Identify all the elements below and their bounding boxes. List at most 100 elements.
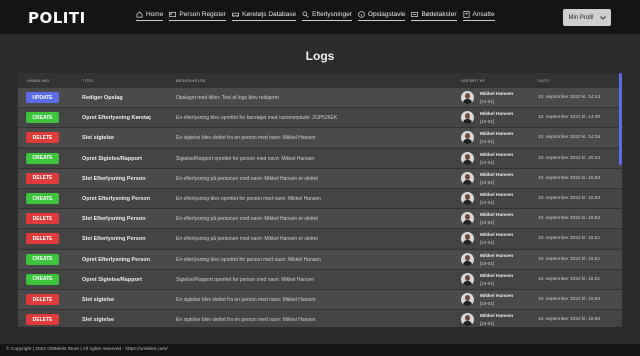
avatar bbox=[461, 171, 474, 185]
table-row[interactable]: DELETE Slet Efterlysning Person En efterly… bbox=[18, 208, 622, 229]
action-badge: DELETE bbox=[26, 314, 59, 326]
header-by: UDFØRT AF bbox=[461, 78, 486, 83]
log-date: 10. september 2022 kl. 15:50 bbox=[538, 297, 601, 302]
log-title: Rediger Opslag bbox=[82, 95, 123, 101]
user-id: [10-01] bbox=[480, 321, 495, 327]
scrollbar[interactable] bbox=[619, 73, 622, 165]
avatar bbox=[461, 232, 474, 246]
log-date: 10. september 2022 kl. 15:53 bbox=[538, 196, 601, 201]
profile-dropdown-button[interactable]: Min Profil bbox=[563, 9, 611, 26]
user-id: [10-01] bbox=[480, 240, 495, 246]
header-title: TITEL bbox=[82, 78, 94, 83]
log-title: Slet Efterlysning Person bbox=[82, 175, 146, 182]
log-title: Slet Efterlysning Person bbox=[82, 236, 146, 243]
action-badge: CREATE bbox=[26, 193, 59, 204]
user-name: Mikkel Hansen bbox=[480, 294, 514, 299]
action-badge: CREATE bbox=[26, 253, 59, 265]
page-title: Logs bbox=[305, 49, 335, 63]
ticket-icon bbox=[411, 11, 419, 18]
action-badge: DELETE bbox=[26, 172, 59, 184]
user-id: [10-01] bbox=[480, 99, 495, 104]
log-title: Opret Sigtelse/Rapport bbox=[82, 276, 142, 283]
avatar bbox=[461, 111, 474, 125]
home-icon bbox=[136, 11, 143, 18]
table-row[interactable]: CREATE Opret Sigtelse/Rapport Sigtelse/Rap… bbox=[18, 268, 622, 289]
table-row[interactable]: DELETE Slet sigtelse En sigtelse blev slet… bbox=[18, 289, 622, 309]
table-row[interactable]: DELETE Slet sigtelse En sigtelse blev slet… bbox=[18, 127, 622, 148]
log-description: En sigtelse blev slettet fra en person m… bbox=[176, 297, 316, 303]
search-icon bbox=[302, 11, 309, 18]
table-row[interactable]: CREATE Opret Efterlysning Køretøj En efter… bbox=[18, 107, 622, 128]
user-id: [10-01] bbox=[480, 260, 495, 266]
table-row[interactable]: DELETE Slet Efterlysning Person En efterly… bbox=[18, 228, 622, 249]
log-title: Slet sigtelse bbox=[82, 297, 115, 303]
main-nav: Home Person Register Køretøjs Database Efte… bbox=[136, 11, 501, 21]
user-name: Mikkel Hansen bbox=[480, 314, 514, 320]
header-action: HANDLING bbox=[27, 78, 50, 83]
user-id: [10-01] bbox=[480, 159, 495, 165]
avatar bbox=[461, 91, 474, 104]
user-id: [10-01] bbox=[480, 280, 495, 286]
table-row[interactable]: CREATE Opret Efterlysning Person En efterl… bbox=[18, 188, 622, 208]
nav-item-3[interactable]: Efterlysninger bbox=[302, 11, 352, 21]
log-date: 10. september 2022 kl. 14:30 bbox=[538, 115, 601, 121]
log-date: 10. september 2022 kl. 20:23 bbox=[538, 155, 601, 161]
header-date: DATO bbox=[538, 78, 550, 83]
brand-logo[interactable]: POLITI bbox=[28, 9, 86, 27]
avatar bbox=[461, 252, 474, 266]
id-card-icon bbox=[463, 11, 469, 18]
table-row[interactable]: DELETE Slet Efterlysning Person En efterly… bbox=[18, 167, 622, 188]
user-name: Mikkel Hansen bbox=[480, 172, 514, 178]
nav-item-6[interactable]: Ansatte bbox=[462, 11, 495, 21]
log-date: 10. september 2022 kl. 15:53 bbox=[538, 175, 601, 181]
log-description: En sigtelse blev slettet fra en person m… bbox=[176, 135, 316, 142]
log-description: En efterlysning blev oprettet for person… bbox=[176, 256, 321, 263]
footer: © Copyright | 2022 OMMiels Store | All r… bbox=[0, 344, 640, 356]
avatar bbox=[461, 272, 474, 286]
avatar bbox=[461, 151, 474, 165]
action-badge: DELETE bbox=[26, 132, 59, 144]
table-row[interactable]: UPDATE Rediger Opslag Opslaget med titlen:… bbox=[18, 87, 622, 107]
nav-item-label: Køretøjs Database bbox=[241, 11, 297, 18]
log-title: Slet sigtelse bbox=[82, 135, 115, 142]
logs-table: HANDLING TITEL BESKRIVELSE UDFØRT AF DAT… bbox=[18, 73, 622, 327]
table-header: HANDLING TITEL BESKRIVELSE UDFØRT AF DAT… bbox=[18, 73, 622, 87]
nav-item-5[interactable]: Bødetakster bbox=[411, 11, 457, 21]
nav-item-label: Bødetakster bbox=[421, 11, 457, 18]
user-id: [10-01] bbox=[480, 139, 495, 145]
log-date: 10. september 2022 kl. 15:51 bbox=[538, 276, 601, 282]
log-date: 10. september 2022 kl. 14:26 bbox=[538, 135, 601, 141]
nav-item-0[interactable]: Home bbox=[136, 11, 164, 21]
table-row[interactable]: CREATE Opret Sigtelse/Rapport Sigtelse/Rap… bbox=[18, 147, 622, 168]
user-id: [10-01] bbox=[480, 119, 495, 125]
table-row[interactable]: DELETE Slet sigtelse En sigtelse blev slet… bbox=[18, 309, 622, 327]
log-date: 10. september 2022 kl. 15:51 bbox=[538, 256, 601, 262]
avatar bbox=[461, 131, 474, 145]
user-name: Mikkel Hansen bbox=[480, 132, 514, 138]
avatar bbox=[461, 313, 474, 327]
log-date: 10. september 2022 kl. 15:52 bbox=[538, 216, 601, 222]
header-description: BESKRIVELSE bbox=[176, 78, 206, 83]
user-id: [10-01] bbox=[480, 301, 495, 306]
avatar bbox=[461, 192, 474, 205]
nav-item-2[interactable]: Køretøjs Database bbox=[231, 11, 297, 21]
user-name: Mikkel Hansen bbox=[480, 152, 514, 158]
user-name: Mikkel Hansen bbox=[480, 253, 514, 259]
log-title: Opret Sigtelse/Rapport bbox=[82, 155, 142, 162]
table-row[interactable]: CREATE Opret Efterlysning Person En efterl… bbox=[18, 248, 622, 269]
nav-item-label: Ansatte bbox=[472, 11, 495, 18]
action-badge: UPDATE bbox=[26, 92, 59, 103]
user-name: Mikkel Hansen bbox=[480, 112, 514, 118]
log-title: Opret Efterlysning Person bbox=[82, 256, 151, 263]
nav-item-4[interactable]: Opslagstavle bbox=[357, 11, 406, 21]
log-date: 10. september 2022 kl. 14:43 bbox=[538, 95, 601, 100]
log-description: En efterlysning på personen med navn: Mi… bbox=[176, 236, 318, 243]
log-date: 10. september 2022 kl. 15:51 bbox=[538, 236, 601, 242]
user-id: [10-01] bbox=[480, 200, 495, 205]
profile-label: Min Profil bbox=[568, 14, 594, 21]
log-description: En efterlysning blev oprettet for køretø… bbox=[176, 115, 338, 122]
nav-item-1[interactable]: Person Register bbox=[169, 11, 226, 21]
user-id: [10-01] bbox=[480, 179, 495, 185]
action-badge: DELETE bbox=[26, 294, 59, 305]
user-name: Mikkel Hansen bbox=[480, 233, 514, 239]
